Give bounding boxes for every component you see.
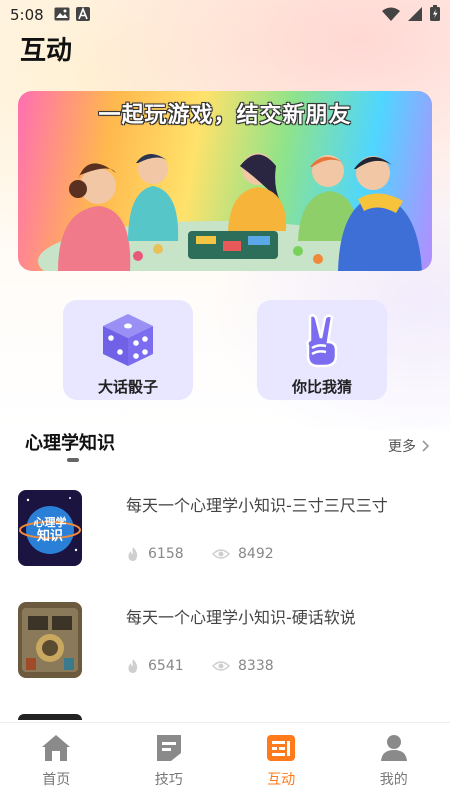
- more-label: 更多: [388, 439, 416, 455]
- views-stat: 8492: [212, 546, 274, 562]
- flame-icon: [128, 659, 138, 673]
- banner-headline: 一起玩游戏，结交新朋友: [98, 103, 352, 128]
- article-thumbnail: 心理学 知识: [18, 490, 82, 566]
- dice-game-card[interactable]: 大话骰子: [63, 300, 193, 400]
- views-count: 8492: [238, 546, 274, 562]
- eye-icon: [212, 661, 230, 671]
- tab-label: 我的: [379, 772, 408, 788]
- guess-game-label: 你比我猜: [291, 378, 352, 396]
- tab-tips[interactable]: 技巧: [113, 723, 226, 800]
- battery-icon: [430, 5, 440, 25]
- likes-count: 6158: [148, 546, 184, 562]
- article-item[interactable]: 心理学 知识 每天一个心理学小知识-三寸三尺三寸 6158 8492: [18, 490, 432, 568]
- dice-icon: [103, 314, 153, 366]
- tab-interact[interactable]: 互动: [225, 723, 338, 800]
- tab-home[interactable]: 首页: [0, 723, 113, 800]
- guess-game-card[interactable]: 你比我猜: [257, 300, 387, 400]
- signal-icon: [408, 6, 422, 25]
- article-thumbnail-partial: [18, 714, 82, 720]
- svg-text:心理学: 心理学: [34, 515, 67, 529]
- home-icon: [42, 735, 71, 761]
- article-item[interactable]: 每天一个心理学小知识-硬话软说 6541 8338: [18, 602, 432, 680]
- section-title: 心理学知识: [25, 433, 115, 454]
- chevron-right-icon: [422, 440, 430, 452]
- status-time: 5:08: [10, 6, 44, 24]
- more-link[interactable]: 更多: [388, 436, 430, 456]
- image-notification-icon: [54, 6, 70, 25]
- tab-label: 首页: [42, 772, 71, 788]
- eye-icon: [212, 549, 230, 559]
- profile-icon: [380, 735, 407, 761]
- likes-count: 6541: [148, 658, 184, 674]
- flame-icon: [128, 547, 138, 561]
- article-title: 每天一个心理学小知识-三寸三尺三寸: [126, 496, 388, 515]
- victory-hand-icon: [306, 314, 338, 368]
- article-title: 每天一个心理学小知识-硬话软说: [126, 608, 356, 627]
- bottom-tab-bar: 首页 技巧 互动 我的: [0, 722, 450, 800]
- views-count: 8338: [238, 658, 274, 674]
- article-thumbnail: [18, 602, 82, 678]
- tab-profile[interactable]: 我的: [338, 723, 450, 800]
- promo-banner[interactable]: 一起玩游戏，结交新朋友: [18, 91, 432, 271]
- tab-label: 技巧: [154, 772, 183, 788]
- views-stat: 8338: [212, 658, 274, 674]
- wifi-icon: [382, 6, 400, 25]
- tips-icon: [156, 735, 181, 761]
- likes-stat: 6541: [126, 658, 184, 674]
- tab-label: 互动: [267, 772, 296, 788]
- page-title: 互动: [20, 36, 73, 66]
- status-bar: 5:08: [0, 0, 450, 30]
- svg-text:知识: 知识: [37, 528, 63, 544]
- interact-icon: [267, 735, 296, 761]
- section-title-indicator: [67, 458, 79, 462]
- likes-stat: 6158: [126, 546, 184, 562]
- dice-game-label: 大话骰子: [97, 378, 158, 396]
- font-notification-icon: [75, 6, 90, 25]
